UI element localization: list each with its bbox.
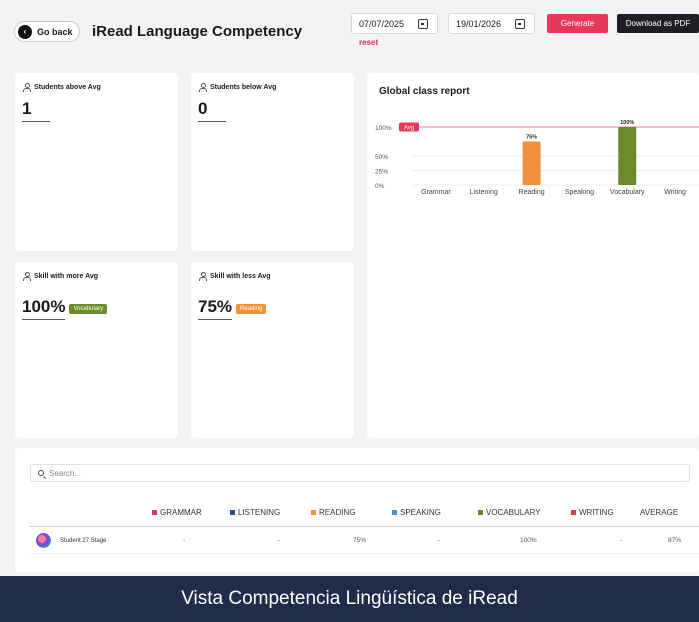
card-label: Students above Avg — [34, 83, 101, 91]
bar-chart: 0% 25% 50% 100% Grammar Listening 75% Reading Sp… — [375, 120, 699, 196]
x-tick-label: Speaking — [565, 189, 594, 196]
search-input[interactable]: Search... — [30, 464, 690, 482]
search-icon — [38, 470, 44, 476]
column-header-average[interactable]: AVERAGE — [640, 508, 678, 517]
column-header-label: LISTENING — [238, 508, 281, 517]
skill-badge: Reading — [236, 303, 267, 314]
end-date-value: 19/01/2026 — [456, 18, 502, 29]
y-tick-label: 100% — [375, 125, 392, 132]
y-tick-label: 25% — [375, 169, 388, 176]
caption-bar: Vista Competencia Lingüística de iRead — [0, 576, 699, 622]
table-cell: 100% — [520, 537, 537, 544]
column-header-writing[interactable]: WRITING — [571, 508, 614, 517]
column-header-reading[interactable]: READING — [311, 508, 355, 517]
global-class-report-card: Global class report 0% 25% 50% 100% Grammar L… — [367, 73, 699, 438]
card-label: Students below Avg — [210, 83, 277, 91]
y-tick-label: 50% — [375, 154, 388, 161]
calendar-icon[interactable] — [515, 19, 525, 29]
generate-button[interactable]: Generate — [547, 14, 608, 33]
go-back-label: Go back — [37, 26, 73, 37]
students-below-avg-card: Students below Avg 0 — [191, 73, 354, 251]
card-value: 1 — [22, 99, 50, 122]
table-cell: - — [620, 537, 623, 544]
end-date-input[interactable]: 19/01/2026 — [448, 13, 535, 34]
table-row[interactable]: Student 27 Stage - - 75% - 100% - 87% — [30, 529, 699, 554]
students-table-card: Search... GRAMMAR LISTENING READING SPEAKIN… — [15, 448, 699, 572]
skill-percentage: 100% — [22, 297, 66, 320]
go-back-button[interactable]: ‹ Go back — [14, 21, 80, 42]
card-label: Skill with less Avg — [210, 272, 271, 280]
start-date-input[interactable]: 07/07/2025 — [351, 13, 438, 34]
table-cell: - — [438, 537, 441, 544]
legend-square — [311, 510, 316, 515]
column-header-label: GRAMMAR — [160, 508, 202, 517]
search-placeholder: Search... — [49, 468, 82, 478]
avg-label: Avg — [404, 125, 414, 131]
x-tick-label: Reading — [519, 189, 545, 196]
card-value: 0 — [198, 99, 226, 122]
skill-percentage: 75% — [198, 297, 233, 320]
start-date-value: 07/07/2025 — [359, 18, 405, 29]
avatar — [36, 533, 51, 548]
person-icon — [199, 272, 207, 281]
person-icon — [23, 83, 31, 92]
x-tick-label: Vocabulary — [610, 189, 645, 196]
legend-square — [478, 510, 483, 515]
x-tick-label: Grammar — [421, 189, 451, 196]
students-above-avg-card: Students above Avg 1 — [15, 73, 178, 251]
card-label: Skill with more Avg — [34, 272, 99, 280]
column-header-label: VOCABULARY — [486, 508, 541, 517]
person-icon — [23, 272, 31, 281]
download-pdf-button[interactable]: Download as PDF — [617, 14, 699, 33]
calendar-icon[interactable] — [418, 19, 428, 29]
legend-square — [392, 510, 397, 515]
legend-square — [571, 510, 576, 515]
column-header-label: SPEAKING — [400, 508, 441, 517]
table-cell: 75% — [353, 537, 367, 544]
table-header: GRAMMAR LISTENING READING SPEAKING VOCABULAR… — [30, 504, 699, 527]
column-header-grammar[interactable]: GRAMMAR — [152, 508, 202, 517]
bar-reading — [522, 141, 541, 185]
column-header-listening[interactable]: LISTENING — [230, 508, 280, 517]
table-cell: - — [183, 537, 186, 544]
data-label: 100% — [620, 120, 634, 126]
skill-more-avg-card: Skill with more Avg 100% Vocabulary — [15, 262, 178, 438]
legend-square — [230, 510, 235, 515]
x-tick-label: Writing — [664, 189, 686, 196]
skill-less-avg-card: Skill with less Avg 75% Reading — [191, 262, 354, 438]
chart-title: Global class report — [379, 86, 470, 97]
column-header-speaking[interactable]: SPEAKING — [392, 508, 441, 517]
bar-vocabulary — [618, 127, 637, 185]
skill-badge: Vocabulary — [69, 303, 108, 314]
legend-square — [152, 510, 157, 515]
page-title: iRead Language Competency — [92, 23, 303, 40]
student-name: Student 27 Stage — [60, 538, 107, 544]
column-header-label: READING — [319, 508, 356, 517]
person-icon — [199, 83, 207, 92]
y-tick-label: 0% — [375, 183, 385, 190]
table-cell: - — [278, 537, 281, 544]
table-cell: 87% — [668, 537, 682, 544]
column-header-label: AVERAGE — [640, 508, 679, 517]
column-header-vocabulary[interactable]: VOCABULARY — [478, 508, 541, 517]
header: ‹ Go back iRead Language Competency 07/0… — [0, 0, 699, 60]
back-arrow-icon: ‹ — [18, 24, 32, 39]
data-label: 75% — [526, 135, 537, 141]
column-header-label: WRITING — [579, 508, 614, 517]
reset-link[interactable]: reset — [359, 38, 378, 47]
x-tick-label: Listening — [470, 189, 498, 196]
